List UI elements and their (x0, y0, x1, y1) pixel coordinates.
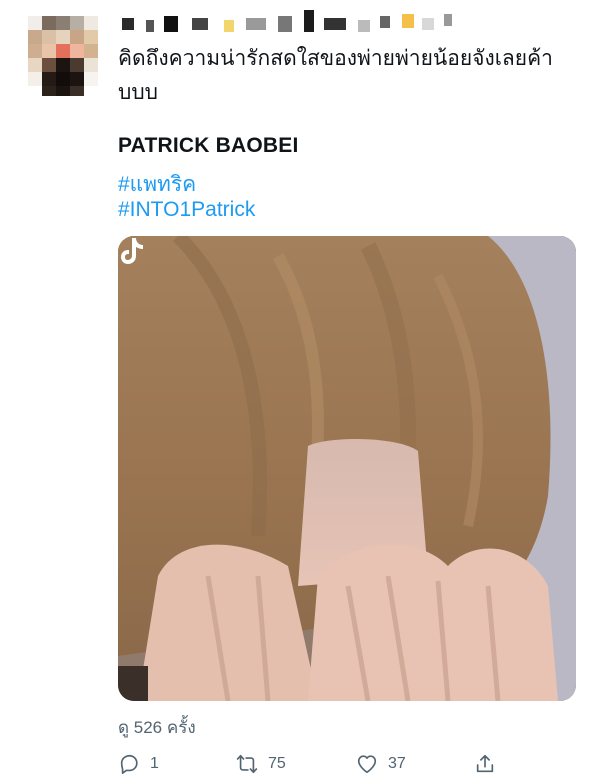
share-button[interactable] (474, 748, 496, 780)
redacted-display-name (118, 8, 578, 36)
reply-button[interactable]: 1 (118, 748, 159, 780)
heart-icon (357, 755, 377, 774)
like-count: 37 (388, 755, 406, 772)
retweet-count: 75 (268, 755, 286, 772)
reply-count: 1 (150, 755, 159, 772)
tweet-title: PATRICK BAOBEI (118, 134, 299, 157)
tweet-text: คิดถึงความน่ารักสดใสของพ่ายพ่ายน้อยจังเล… (118, 47, 553, 104)
like-button[interactable]: 37 (356, 748, 406, 780)
media-illustration (118, 236, 576, 701)
tweet-media-video[interactable] (118, 236, 576, 701)
hashtag-link[interactable]: #แพทริค (118, 168, 196, 201)
tweet-action-bar: 1 75 37 (118, 748, 588, 780)
view-count: ดู 526 ครั้ง (118, 718, 196, 737)
avatar[interactable] (28, 16, 102, 96)
share-icon (476, 754, 494, 773)
retweet-icon (236, 754, 258, 774)
hashtag-link[interactable]: #INTO1Patrick (118, 198, 255, 222)
tiktok-icon (121, 238, 143, 264)
retweet-button[interactable]: 75 (236, 748, 286, 780)
reply-icon (120, 754, 138, 774)
